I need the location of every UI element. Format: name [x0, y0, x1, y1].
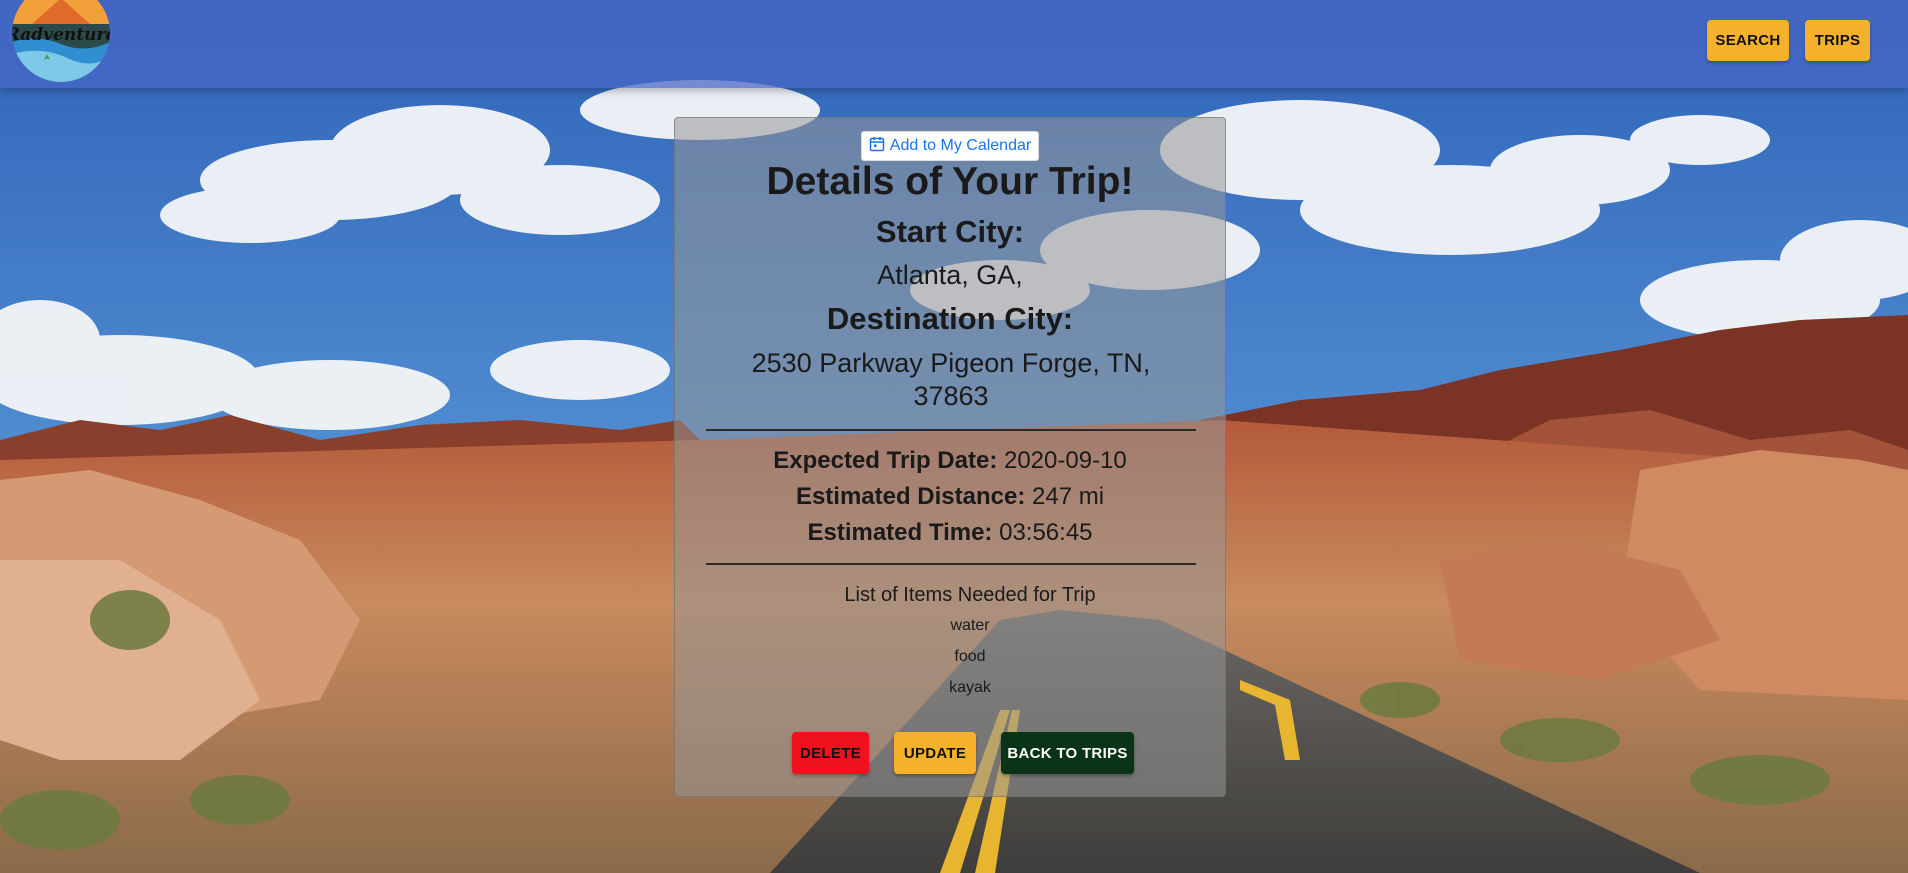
destination-city-value: 2530 Parkway Pigeon Forge, TN, 37863 [751, 348, 1151, 411]
section-divider [706, 563, 1196, 565]
svg-text:Radventure: Radventure [12, 25, 110, 45]
search-button[interactable]: SEARCH [1707, 20, 1789, 61]
trip-date-label: Expected Trip Date: [773, 447, 998, 474]
trip-date-row: Expected Trip Date: 2020-09-10 [675, 447, 1225, 475]
page-title: Details of Your Trip! [766, 160, 1134, 203]
list-item: kayak [949, 679, 991, 696]
time-label: Estimated Time: [807, 519, 993, 546]
distance-value: 247 mi [1032, 483, 1105, 510]
add-to-calendar-label: Add to My Calendar [889, 137, 1032, 154]
distance-row: Estimated Distance: 247 mi [675, 483, 1225, 511]
destination-city-label: Destination City: [826, 301, 1074, 336]
list-item: water [950, 617, 990, 634]
add-to-calendar-button[interactable]: Add to My Calendar [861, 131, 1039, 161]
trip-details-card: Add to My Calendar Details of Your Trip!… [674, 117, 1226, 797]
calendar-icon [869, 136, 885, 157]
section-divider [706, 429, 1196, 431]
logo-graphic: Radventure [12, 0, 110, 82]
back-to-trips-button[interactable]: BACK TO TRIPS [1001, 732, 1134, 774]
list-item: food [954, 648, 986, 665]
page: Radventure SEARCH TRIPS Add to My Calend… [0, 0, 1908, 873]
start-city-label: Start City: [875, 214, 1025, 249]
distance-label: Estimated Distance: [795, 483, 1026, 510]
delete-button[interactable]: DELETE [792, 732, 869, 774]
update-button[interactable]: UPDATE [894, 732, 976, 774]
radventure-logo[interactable]: Radventure [12, 0, 110, 82]
items-heading: List of Items Needed for Trip [844, 584, 1096, 606]
trips-button[interactable]: TRIPS [1805, 20, 1870, 61]
start-city-value: Atlanta, GA, [877, 260, 1023, 290]
top-nav-bar: Radventure SEARCH TRIPS [0, 0, 1908, 88]
time-row: Estimated Time: 03:56:45 [675, 519, 1225, 547]
time-value: 03:56:45 [999, 519, 1093, 546]
trip-date-value: 2020-09-10 [1003, 447, 1127, 474]
